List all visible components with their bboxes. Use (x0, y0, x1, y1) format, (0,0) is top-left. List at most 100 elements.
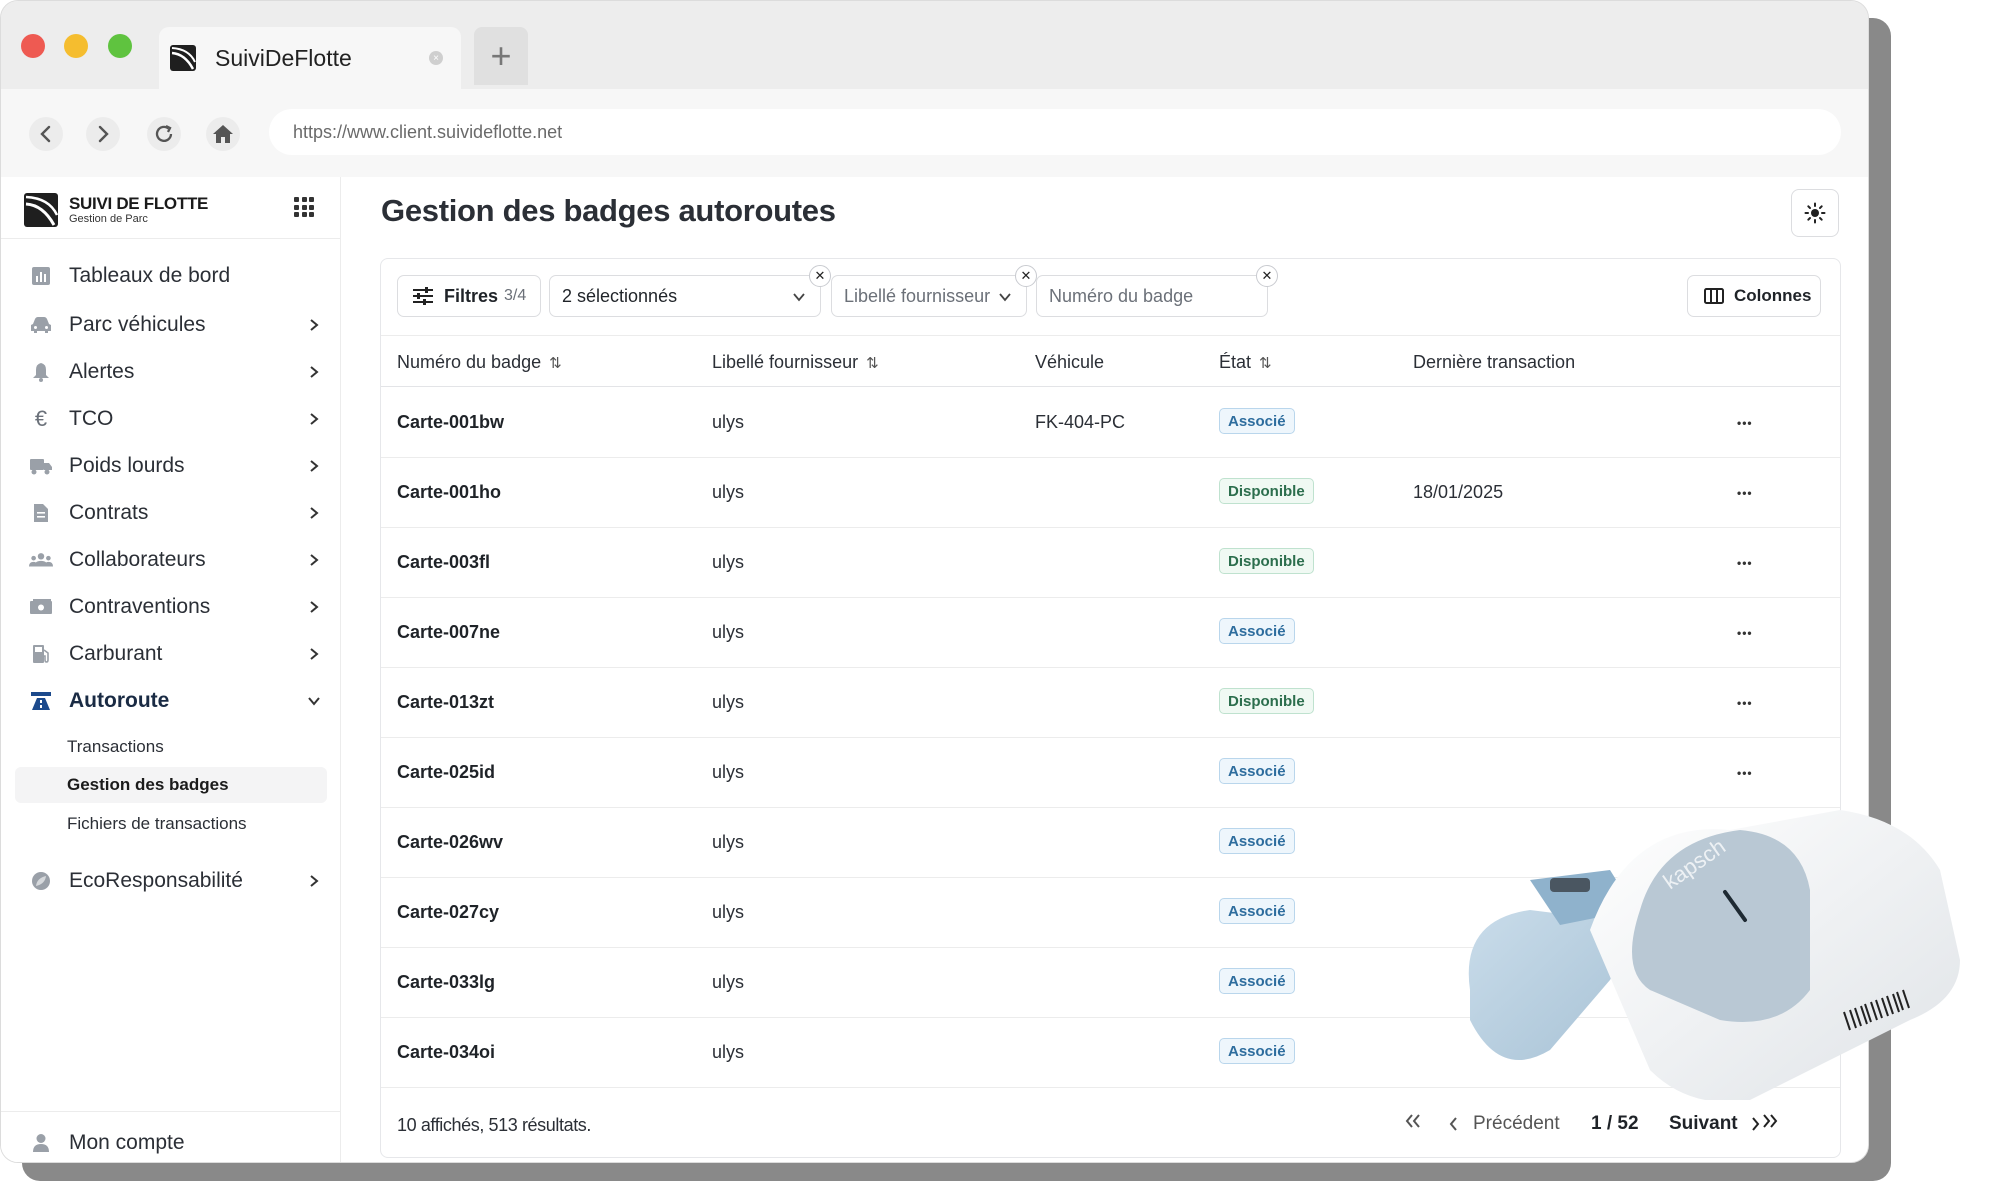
truck-icon (29, 455, 53, 477)
sidebar-item-autoroute[interactable]: Autoroute (29, 681, 321, 721)
sidebar-item-label: Poids lourds (69, 454, 185, 477)
column-header-badge[interactable]: Numéro du badge ⇅ (397, 352, 562, 373)
row-actions-menu-icon[interactable]: ••• (1737, 486, 1753, 500)
next-page-button[interactable]: Suivant (1669, 1113, 1762, 1135)
row-actions-menu-icon[interactable]: ••• (1737, 766, 1753, 780)
sidebar-item-label: Alertes (69, 360, 135, 383)
column-header-supplier[interactable]: Libellé fournisseur ⇅ (712, 352, 879, 373)
status-badge: Associé (1219, 1038, 1295, 1064)
suivideflotte-brand-logo-icon (24, 193, 59, 227)
supplier-filter-dropdown[interactable]: Libellé fournisseur (831, 275, 1027, 317)
chevron-right-icon (1751, 1117, 1759, 1131)
browser-tab[interactable]: SuiviDeFlotte × (159, 27, 461, 89)
users-icon (29, 549, 53, 571)
new-tab-button[interactable]: + (474, 27, 528, 85)
selection-dropdown[interactable]: 2 sélectionnés (549, 275, 821, 317)
table-row[interactable]: Carte-001bw ulys FK-404-PC Associé ••• (381, 388, 1840, 458)
supplier-cell: ulys (712, 622, 745, 642)
previous-label: Précédent (1473, 1113, 1560, 1134)
last-transaction-cell: 18/01/2025 (1413, 482, 1504, 502)
sidebar-item-label: TCO (69, 407, 114, 430)
sidebar-item-label: Collaborateurs (69, 548, 206, 571)
app-grid-icon[interactable] (294, 197, 314, 217)
row-actions-menu-icon[interactable]: ••• (1737, 556, 1753, 570)
back-button[interactable] (29, 117, 63, 151)
chevron-down-icon (307, 694, 321, 708)
tab-close-icon[interactable]: × (429, 51, 443, 65)
last-page-button[interactable] (1761, 1113, 1779, 1129)
user-icon (29, 1132, 53, 1154)
sidebar-item-label: Tableaux de bord (69, 264, 231, 287)
sort-icon: ⇅ (866, 354, 879, 372)
first-page-button[interactable] (1404, 1113, 1422, 1129)
column-header-vehicle: Véhicule (1035, 352, 1104, 373)
clear-badge-number-icon[interactable]: ✕ (1256, 265, 1278, 287)
badge-number-cell: Carte-001ho (397, 482, 502, 502)
row-actions-menu-icon[interactable]: ••• (1737, 696, 1753, 710)
sidebar-item-tableaux-de-bord[interactable]: Tableaux de bord (29, 256, 321, 296)
account-link[interactable]: Mon compte (29, 1123, 321, 1162)
supplier-cell: ulys (712, 1042, 745, 1062)
badge-number-placeholder: Numéro du badge (1049, 285, 1194, 306)
row-actions-menu-icon[interactable]: ••• (1737, 416, 1753, 430)
brand[interactable]: SUIVI DE FLOTTE Gestion de Parc (23, 187, 323, 233)
previous-page-button[interactable]: Précédent (1447, 1113, 1560, 1135)
suivideflotte-logo-icon (170, 45, 196, 71)
sidebar-item-parc-vehicules[interactable]: Parc véhicules (29, 305, 321, 345)
status-badge: Associé (1219, 828, 1295, 854)
page-indicator: 1 / 52 (1591, 1113, 1639, 1134)
sidebar-item-contrats[interactable]: Contrats (29, 493, 321, 533)
browser-titlebar: SuiviDeFlotte × + (1, 1, 1868, 89)
sliders-icon (413, 287, 433, 305)
columns-button[interactable]: Colonnes (1687, 275, 1821, 317)
reload-icon (155, 124, 173, 142)
sidebar-subitem-label: Fichiers de transactions (67, 814, 247, 833)
sidebar-item-alertes[interactable]: Alertes (29, 352, 321, 392)
car-icon (29, 314, 53, 336)
sidebar-subitem-transactions[interactable]: Transactions (15, 729, 327, 765)
supplier-cell: ulys (712, 552, 745, 572)
chevron-right-icon (307, 412, 321, 426)
theme-toggle-button[interactable] (1791, 189, 1839, 237)
tab-title: SuiviDeFlotte (215, 44, 352, 71)
sidebar-item-poids-lourds[interactable]: Poids lourds (29, 446, 321, 486)
clear-supplier-filter-icon[interactable]: ✕ (1015, 265, 1037, 287)
table-row[interactable]: Carte-003fl ulys Disponible ••• (381, 528, 1840, 598)
sidebar-item-collaborateurs[interactable]: Collaborateurs (29, 540, 321, 580)
maximize-window-button[interactable] (108, 34, 132, 58)
close-window-button[interactable] (21, 34, 45, 58)
forward-button[interactable] (86, 117, 120, 151)
filters-button[interactable]: Filtres 3/4 (397, 275, 541, 317)
chevron-right-icon (307, 506, 321, 520)
document-icon (29, 502, 53, 524)
badge-number-input[interactable]: Numéro du badge (1036, 275, 1268, 317)
row-actions-menu-icon[interactable]: ••• (1737, 626, 1753, 640)
sidebar: SUIVI DE FLOTTE Gestion de Parc Tableaux… (1, 177, 341, 1162)
reload-button[interactable] (147, 117, 181, 151)
address-bar[interactable]: https://www.client.suivideflotte.net (269, 109, 1841, 155)
column-header-label: Dernière transaction (1413, 352, 1576, 372)
clear-selection-icon[interactable]: ✕ (809, 265, 831, 287)
columns-label: Colonnes (1734, 286, 1812, 305)
double-chevron-right-icon (1763, 1114, 1778, 1128)
sidebar-subitem-fichiers-de-transactions[interactable]: Fichiers de transactions (15, 806, 327, 842)
table-row[interactable]: Carte-013zt ulys Disponible ••• (381, 668, 1840, 738)
table-row[interactable]: Carte-001ho ulys Disponible 18/01/2025 ••• (381, 458, 1840, 528)
supplier-cell: ulys (712, 832, 745, 852)
minimize-window-button[interactable] (64, 34, 88, 58)
sidebar-item-ecoresponsabilite[interactable]: EcoResponsabilité (29, 861, 321, 901)
bell-icon (29, 361, 53, 383)
sidebar-subitem-gestion-des-badges[interactable]: Gestion des badges (15, 767, 327, 803)
table-row[interactable]: Carte-007ne ulys Associé ••• (381, 598, 1840, 668)
supplier-cell: ulys (712, 692, 745, 712)
results-count: 10 affichés, 513 résultats. (397, 1115, 591, 1135)
filters-label: Filtres (444, 285, 499, 306)
home-button[interactable] (206, 117, 240, 151)
sidebar-item-carburant[interactable]: Carburant (29, 634, 321, 674)
column-header-label: Numéro du badge (397, 352, 542, 372)
sidebar-item-contraventions[interactable]: Contraventions (29, 587, 321, 627)
sidebar-item-tco[interactable]: € TCO (29, 399, 321, 439)
column-header-state[interactable]: État ⇅ (1219, 352, 1272, 373)
status-badge: Associé (1219, 898, 1295, 924)
status-badge: Associé (1219, 758, 1295, 784)
